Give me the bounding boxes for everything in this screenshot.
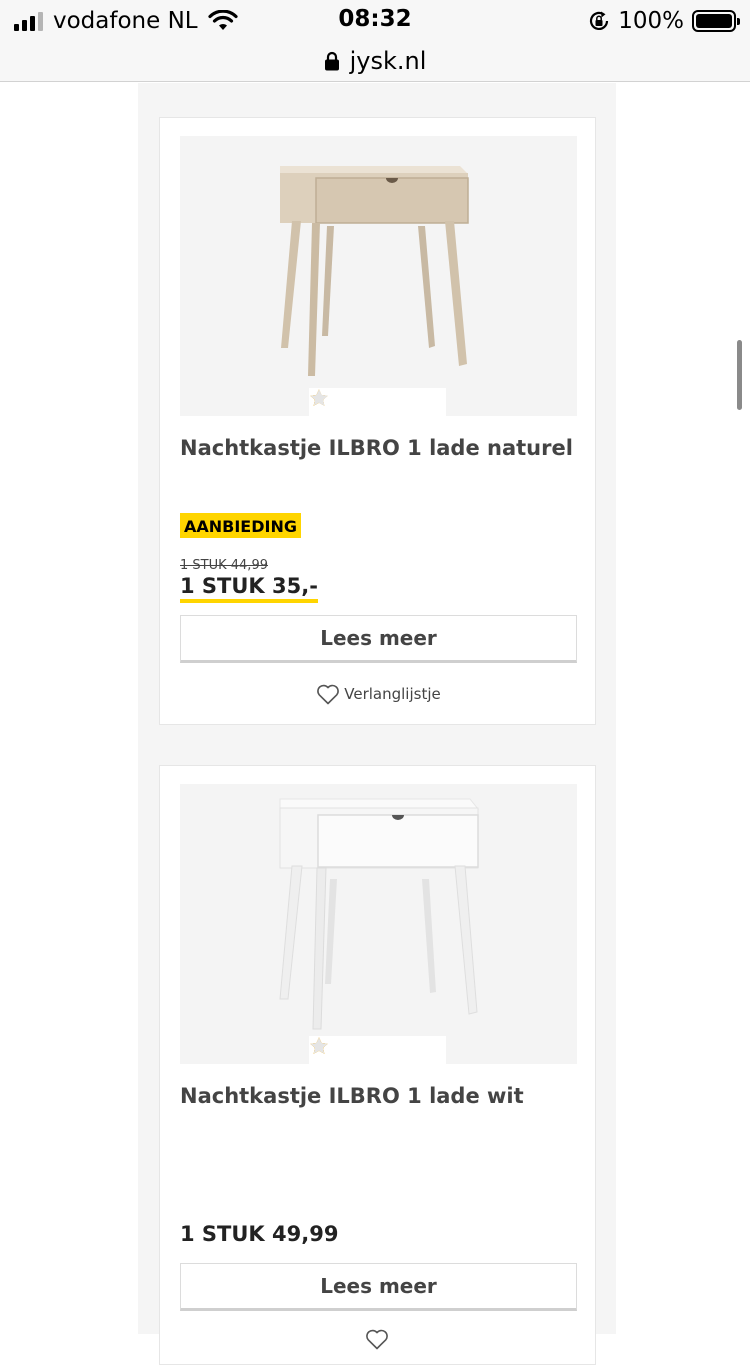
product-price: 1 STUK 49,99 xyxy=(180,1222,339,1246)
rotation-lock-icon xyxy=(590,11,609,30)
star-empty-icon xyxy=(310,1037,328,1054)
read-more-button[interactable]: Lees meer xyxy=(180,615,577,663)
product-rating xyxy=(309,1036,446,1064)
status-bar: vodafone NL 08:32 100% xyxy=(0,0,750,40)
wishlist-label: Verlanglijstje xyxy=(344,685,441,703)
product-image[interactable] xyxy=(180,136,577,416)
status-right: 100% xyxy=(588,8,740,34)
url-bar[interactable]: jysk.nl xyxy=(0,40,750,82)
wishlist-button[interactable] xyxy=(160,1328,597,1350)
product-title[interactable]: Nachtkastje ILBRO 1 lade naturel xyxy=(180,436,573,460)
product-rating xyxy=(309,388,446,416)
lock-icon xyxy=(324,51,339,70)
product-title[interactable]: Nachtkastje ILBRO 1 lade wit xyxy=(180,1084,524,1108)
old-price: 1 STUK 44,99 xyxy=(180,558,268,573)
sale-badge: AANBIEDING xyxy=(180,513,301,538)
read-more-button[interactable]: Lees meer xyxy=(180,1263,577,1311)
nightstand-image xyxy=(280,166,469,376)
star-empty-icon xyxy=(310,389,328,406)
nightstand-image xyxy=(279,798,480,1030)
url-domain: jysk.nl xyxy=(349,46,427,75)
wishlist-button[interactable]: Verlanglijstje xyxy=(160,683,597,705)
product-card[interactable]: Nachtkastje ILBRO 1 lade wit 1 STUK 49,9… xyxy=(159,765,596,1365)
product-card[interactable]: Nachtkastje ILBRO 1 lade naturel AANBIED… xyxy=(159,117,596,725)
heart-icon xyxy=(317,684,340,705)
product-image[interactable] xyxy=(180,784,577,1064)
product-price: 1 STUK 35,- xyxy=(180,574,318,603)
battery-percentage: 100% xyxy=(618,8,684,34)
battery-icon xyxy=(692,10,740,32)
scroll-indicator[interactable] xyxy=(737,340,742,410)
heart-icon xyxy=(365,1329,388,1350)
